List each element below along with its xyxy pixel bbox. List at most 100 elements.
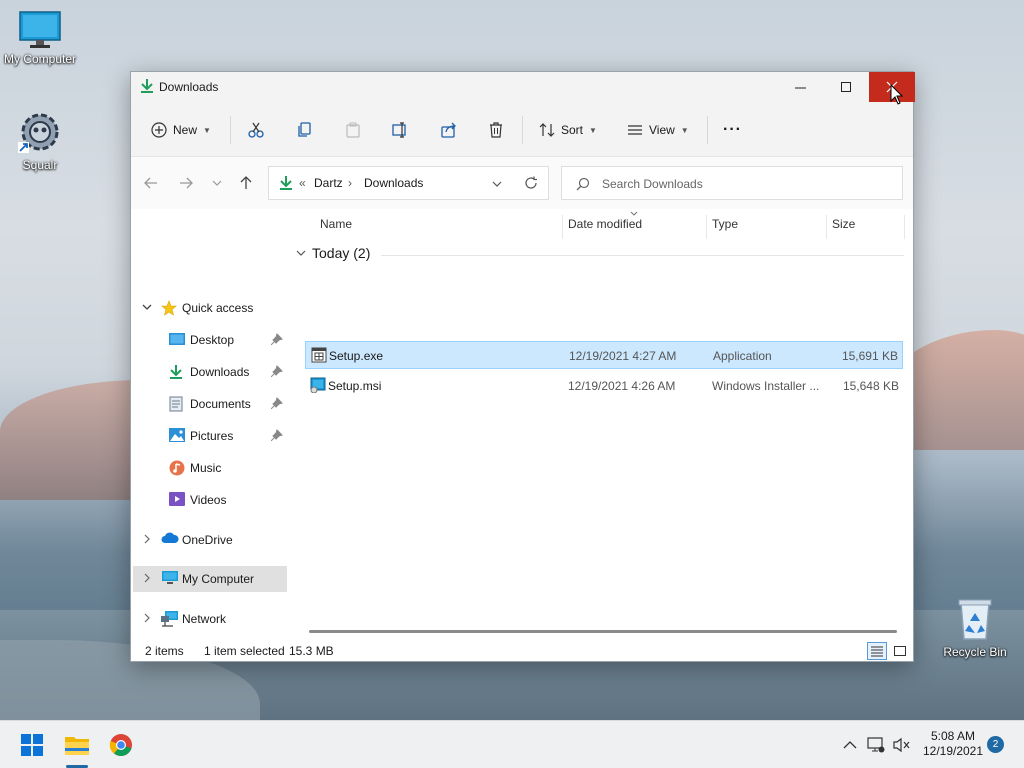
show-hidden-icons-button[interactable] xyxy=(836,731,864,759)
nav-item-music[interactable]: Music xyxy=(133,455,287,481)
paste-button[interactable] xyxy=(345,115,361,145)
chevron-down-icon: ▼ xyxy=(680,125,689,135)
taskbar: 5:08 AM 12/19/2021 2 xyxy=(0,720,1024,768)
pin-icon[interactable] xyxy=(271,397,283,409)
nav-onedrive[interactable]: OneDrive xyxy=(133,527,287,553)
network-status-icon xyxy=(867,737,885,753)
desktop-icon-label: Recycle Bin xyxy=(943,645,1007,659)
file-explorer-window[interactable]: Downloads New ▼ Sort ▼ View ▼ ··· « Dart… xyxy=(130,71,915,662)
title-bar[interactable]: Downloads xyxy=(131,72,915,102)
delete-button[interactable] xyxy=(488,115,504,145)
file-date: 12/19/2021 4:27 AM xyxy=(569,349,677,363)
column-divider[interactable] xyxy=(706,215,707,239)
notification-badge[interactable]: 2 xyxy=(987,736,1004,753)
expand-chevron-icon[interactable] xyxy=(142,302,152,315)
chevron-down-icon: ▼ xyxy=(203,125,211,135)
details-view-button[interactable] xyxy=(867,642,887,660)
search-box[interactable]: Search Downloads xyxy=(561,166,903,200)
address-bar[interactable]: « Dartz › Downloads xyxy=(268,166,549,200)
maximize-icon xyxy=(840,81,851,92)
nav-item-pictures[interactable]: Pictures xyxy=(133,423,287,449)
view-button[interactable]: View ▼ xyxy=(627,115,689,145)
clock-date: 12/19/2021 xyxy=(922,744,984,758)
nav-network[interactable]: Network xyxy=(133,606,287,632)
cut-button[interactable] xyxy=(248,115,264,145)
pin-icon[interactable] xyxy=(271,333,283,345)
nav-quick-access[interactable]: Quick access xyxy=(133,295,287,321)
sort-button[interactable]: Sort ▼ xyxy=(539,115,597,145)
download-arrow-icon xyxy=(280,176,292,190)
minimize-button[interactable] xyxy=(777,72,823,102)
tiles-view-button[interactable] xyxy=(890,642,910,660)
recycle-bin-icon xyxy=(958,599,992,640)
more-options-icon: ··· xyxy=(723,121,742,138)
arrow-left-icon xyxy=(144,177,157,189)
column-header-type[interactable]: Type xyxy=(712,217,738,231)
address-history-chevron-icon[interactable] xyxy=(492,179,502,189)
nav-item-downloads[interactable]: Downloads xyxy=(133,359,287,385)
network-status-button[interactable] xyxy=(862,731,890,759)
nav-label: Quick access xyxy=(182,301,254,315)
desktop-icon-squalr[interactable]: Squalr xyxy=(0,110,80,172)
pin-icon[interactable] xyxy=(271,429,283,441)
forward-button[interactable] xyxy=(177,174,195,192)
file-row-setup-msi[interactable]: Setup.msi 12/19/2021 4:26 AM Windows Ins… xyxy=(305,372,903,400)
expand-chevron-icon[interactable] xyxy=(142,534,152,547)
back-button[interactable] xyxy=(142,174,160,192)
volume-button[interactable] xyxy=(888,731,916,759)
maximize-button[interactable] xyxy=(823,72,869,102)
start-button[interactable] xyxy=(18,731,46,759)
chevron-down-icon: ▼ xyxy=(589,125,597,135)
breadcrumb-overflow[interactable]: « xyxy=(299,176,306,190)
nav-label: Network xyxy=(182,612,227,626)
clock-time: 5:08 AM xyxy=(930,729,976,743)
column-divider[interactable] xyxy=(826,215,827,239)
nav-my-computer[interactable]: My Computer xyxy=(133,566,287,592)
chevron-up-icon xyxy=(843,741,857,749)
copy-button[interactable] xyxy=(297,115,313,145)
column-divider[interactable] xyxy=(904,215,905,239)
more-options-button[interactable]: ··· xyxy=(723,115,742,145)
column-divider[interactable] xyxy=(562,215,563,239)
rename-button[interactable] xyxy=(392,115,408,145)
desktop-icon-my-computer[interactable]: My Computer xyxy=(0,10,80,66)
rename-icon xyxy=(392,122,406,138)
system-clock[interactable]: 5:08 AM 12/19/2021 xyxy=(918,729,988,759)
up-button[interactable] xyxy=(237,174,255,192)
nav-label: Desktop xyxy=(190,333,235,347)
breadcrumb-dartz[interactable]: Dartz xyxy=(314,176,343,190)
new-label: New xyxy=(173,123,198,137)
picture-icon xyxy=(169,428,185,442)
nav-label: Pictures xyxy=(190,429,234,443)
group-label: Today (2) xyxy=(312,245,371,261)
column-header-name[interactable]: Name xyxy=(320,217,352,231)
taskbar-file-explorer[interactable] xyxy=(63,731,91,759)
command-bar: New ▼ Sort ▼ View ▼ ··· xyxy=(131,102,913,157)
column-header-size[interactable]: Size xyxy=(832,217,855,231)
group-header-today[interactable]: Today (2) xyxy=(296,245,370,261)
breadcrumb-downloads[interactable]: Downloads xyxy=(364,176,423,190)
horizontal-scrollbar[interactable] xyxy=(309,630,897,633)
refresh-icon[interactable] xyxy=(524,176,538,190)
recent-locations-button[interactable] xyxy=(208,174,226,192)
expand-chevron-icon[interactable] xyxy=(142,573,152,586)
nav-item-documents[interactable]: Documents xyxy=(133,391,287,417)
nav-item-videos[interactable]: Videos xyxy=(133,487,287,513)
desktop-icon-recycle-bin[interactable]: Recycle Bin xyxy=(935,597,1015,659)
share-button[interactable] xyxy=(441,115,457,145)
file-size: 15,648 KB xyxy=(842,379,899,393)
trash-icon xyxy=(490,122,502,138)
pin-icon[interactable] xyxy=(271,365,283,377)
tiles-view-icon xyxy=(894,646,906,656)
file-list-pane[interactable]: Name Date modified Type Size Today (2) S… xyxy=(291,209,913,639)
nav-item-desktop[interactable]: Desktop xyxy=(133,327,287,353)
new-button[interactable]: New ▼ xyxy=(151,115,211,145)
desktop-icon-label: Squalr xyxy=(22,158,58,172)
column-header-date[interactable]: Date modified xyxy=(568,217,642,231)
nav-label: Videos xyxy=(190,493,227,507)
file-size: 15,691 KB xyxy=(841,349,898,363)
expand-chevron-icon[interactable] xyxy=(142,613,152,626)
status-selection: 1 item selected xyxy=(204,644,285,658)
file-row-setup-exe[interactable]: Setup.exe 12/19/2021 4:27 AM Application… xyxy=(305,341,903,369)
taskbar-chrome[interactable] xyxy=(107,731,135,759)
